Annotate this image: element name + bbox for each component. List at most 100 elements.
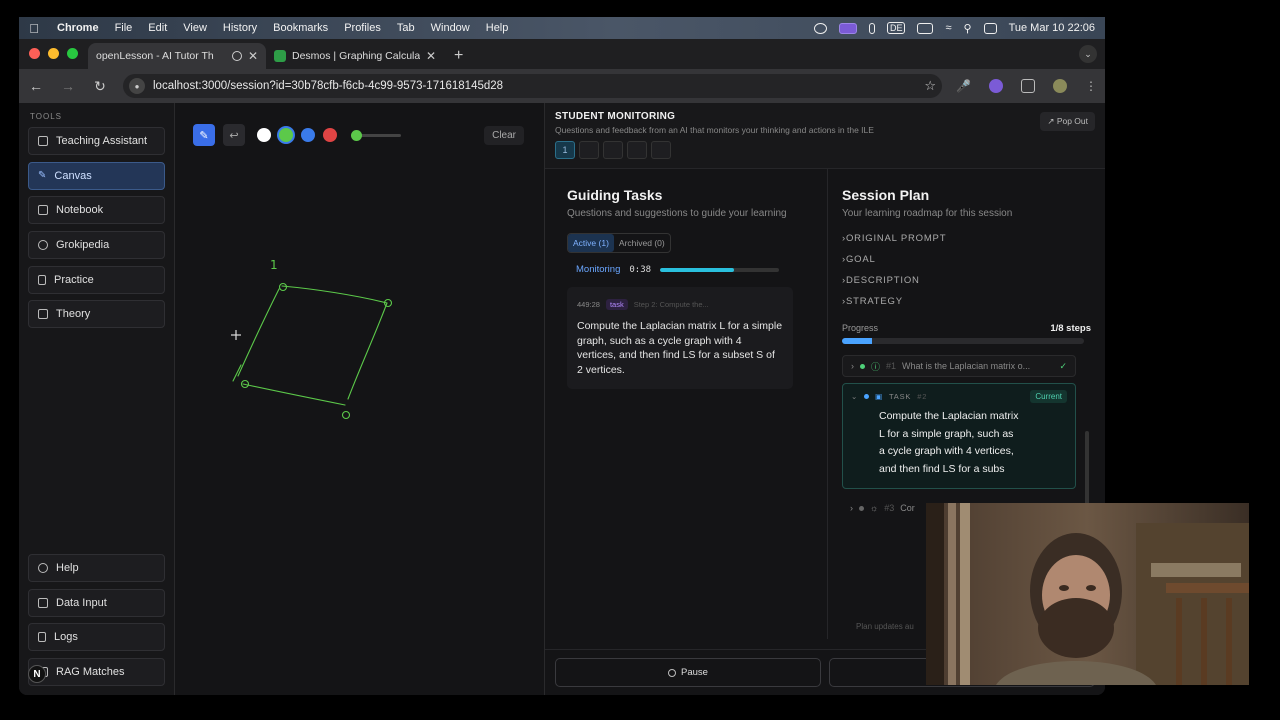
sidebar-item-canvas[interactable]: ✎ Canvas <box>28 161 165 190</box>
monitoring-steps: 1 <box>555 141 1095 159</box>
pause-icon <box>668 668 677 677</box>
task-filter-toggle: Active (1) Archived (0) <box>567 233 671 253</box>
close-window-button[interactable] <box>29 48 40 59</box>
forward-icon[interactable]: → <box>59 78 77 94</box>
tab-strip: openLesson - AI Tutor Th ✕ Desmos | Grap… <box>19 39 1105 69</box>
help-icon <box>38 562 48 573</box>
guiding-tasks-title: Guiding Tasks <box>567 187 663 203</box>
sidebar-item-notebook[interactable]: Notebook <box>28 196 165 225</box>
new-tab-icon[interactable]: + <box>444 47 473 69</box>
menu-window[interactable]: Window <box>423 22 478 34</box>
tab-desmos[interactable]: Desmos | Graphing Calculato ✕ <box>266 43 444 69</box>
nextjs-dev-badge[interactable]: N <box>28 665 46 683</box>
session-plan-title: Session Plan <box>842 187 930 203</box>
tab-openlesson[interactable]: openLesson - AI Tutor Th ✕ <box>88 43 266 69</box>
monitor-step[interactable] <box>627 141 647 159</box>
bookmark-star-icon[interactable]: ☆ <box>924 78 936 94</box>
vertex-label: 1 <box>270 258 278 272</box>
monitoring-title: STUDENT MONITORING <box>555 111 676 122</box>
status-icon[interactable] <box>813 22 827 34</box>
pause-button[interactable]: Pause <box>555 658 821 687</box>
plan-section-description[interactable]: ›DESCRIPTION <box>842 275 1091 286</box>
sidebar-item-teaching-assistant[interactable]: Teaching Assistant <box>28 127 165 155</box>
tab-active-tasks[interactable]: Active (1) <box>568 234 614 252</box>
graph-edge <box>347 302 388 400</box>
practice-icon <box>38 274 46 285</box>
address-bar[interactable]: ● localhost:3000/session?id=30b78cfb-f6c… <box>123 74 943 98</box>
task-icon: ▣ <box>875 392 883 401</box>
graph-edge <box>281 285 388 304</box>
hand-drawn-graph: 1 <box>231 258 393 420</box>
menu-profiles[interactable]: Profiles <box>336 22 389 34</box>
pop-out-button[interactable]: ↗ Pop Out <box>1040 112 1095 131</box>
sidebar-item-theory[interactable]: Theory <box>28 300 165 329</box>
reload-icon[interactable]: ↻ <box>91 78 109 95</box>
extensions-puzzle-icon[interactable] <box>1021 79 1035 93</box>
minimize-window-button[interactable] <box>48 48 59 59</box>
webcam-video-image <box>926 503 1249 685</box>
apple-icon[interactable]:  <box>19 21 49 36</box>
plan-progress-label: Progress <box>842 323 879 333</box>
back-icon[interactable]: ← <box>27 78 45 94</box>
tools-sidebar: TOOLS Teaching Assistant ✎ Canvas Notebo… <box>19 103 175 695</box>
close-tab-icon[interactable]: ✕ <box>248 49 258 63</box>
menu-bookmarks[interactable]: Bookmarks <box>265 22 336 34</box>
menu-help[interactable]: Help <box>478 22 517 34</box>
microphone-icon[interactable]: 🎤 <box>956 79 971 93</box>
input-source-badge[interactable]: DE <box>886 22 906 34</box>
logs-icon <box>38 632 46 643</box>
monitor-step[interactable] <box>579 141 599 159</box>
wifi-icon[interactable]: ≈ <box>945 22 951 34</box>
book-icon <box>38 309 48 320</box>
monitor-step[interactable] <box>603 141 623 159</box>
task-card[interactable]: 449:28 task Step 2: Compute the... Compu… <box>567 287 793 389</box>
screen-record-icon[interactable] <box>838 22 857 34</box>
sidebar-item-data-input[interactable]: Data Input <box>28 588 165 617</box>
graph-vertex <box>341 410 351 420</box>
menu-app-name[interactable]: Chrome <box>49 22 107 34</box>
control-center-icon[interactable] <box>983 22 997 34</box>
menu-tab[interactable]: Tab <box>389 22 423 34</box>
plan-section-original-prompt[interactable]: ›ORIGINAL PROMPT <box>842 233 1091 244</box>
sidebar-item-practice[interactable]: Practice <box>28 265 165 294</box>
monitor-step[interactable]: 1 <box>555 141 575 159</box>
sidebar-item-help[interactable]: Help <box>28 553 165 582</box>
profile-avatar-icon[interactable] <box>1053 79 1067 93</box>
status-dot <box>864 394 870 399</box>
menu-history[interactable]: History <box>215 22 265 34</box>
sidebar-item-logs[interactable]: Logs <box>28 623 165 652</box>
extension-icon[interactable] <box>989 79 1003 93</box>
sidebar-label: TOOLS <box>30 112 62 121</box>
sidebar-item-label: Grokipedia <box>56 239 110 252</box>
close-tab-icon[interactable]: ✕ <box>426 49 436 63</box>
plan-step-1[interactable]: › ⓘ #1 What is the Laplacian matrix o...… <box>842 355 1076 377</box>
tab-title: openLesson - AI Tutor Th <box>96 50 214 62</box>
current-step-header: ⌄ ▣ TASK #2 Current <box>851 390 1067 403</box>
tab-archived-tasks[interactable]: Archived (0) <box>614 234 670 252</box>
plan-section-strategy[interactable]: ›STRATEGY <box>842 296 1091 307</box>
url-text[interactable]: localhost:3000/session?id=30b78cfb-f6cb-… <box>153 80 503 92</box>
bluetooth-icon[interactable] <box>868 22 875 34</box>
battery-icon[interactable] <box>917 22 934 34</box>
sidebar-item-rag-matches[interactable]: RAG Matches <box>28 658 165 686</box>
current-step-text: Compute the Laplacian matrix L for a sim… <box>879 410 1019 475</box>
plan-section-goal[interactable]: ›GOAL <box>842 254 1091 265</box>
plan-step-num: #1 <box>886 361 897 371</box>
notebook-icon <box>38 205 48 216</box>
drawing-canvas[interactable]: ✎ ↩ Clear 1 <box>175 103 545 695</box>
menu-file[interactable]: File <box>107 22 141 34</box>
menu-edit[interactable]: Edit <box>140 22 175 34</box>
spotlight-search-icon[interactable]: ⚲ <box>964 22 972 35</box>
tab-search-icon[interactable]: ⌄ <box>1079 45 1097 63</box>
site-info-icon[interactable]: ● <box>129 78 145 94</box>
question-icon: ⓘ <box>871 361 881 372</box>
more-menu-icon[interactable]: ⋮ <box>1085 79 1097 93</box>
plan-step-current[interactable]: ⌄ ▣ TASK #2 Current Compute the Laplacia… <box>842 383 1076 489</box>
sidebar-item-grokipedia[interactable]: Grokipedia <box>28 231 165 260</box>
pause-label: Pause <box>681 667 708 678</box>
menubar-clock[interactable]: Tue Mar 10 22:06 <box>1009 22 1095 34</box>
zoom-window-button[interactable] <box>67 48 78 59</box>
menu-view[interactable]: View <box>175 22 215 34</box>
monitor-step[interactable] <box>651 141 671 159</box>
current-badge: Current <box>1030 390 1067 403</box>
